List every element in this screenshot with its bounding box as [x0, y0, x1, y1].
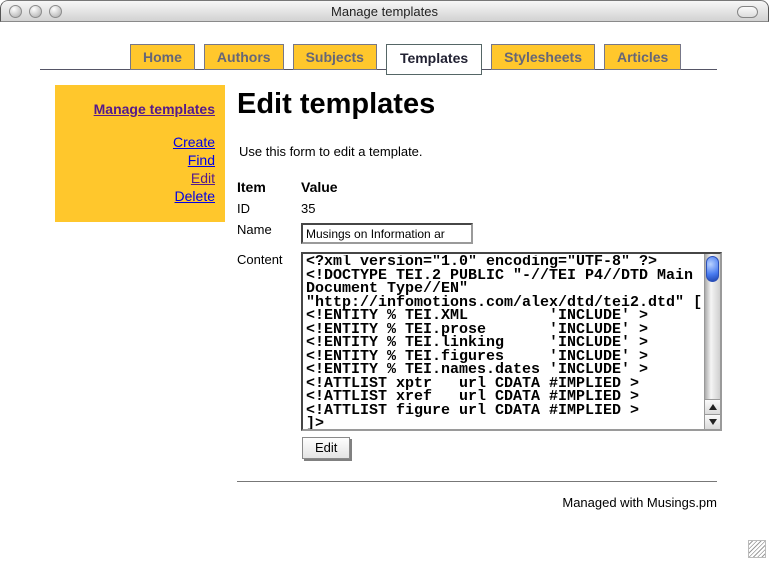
zoom-button[interactable]	[49, 5, 62, 18]
footer-divider	[237, 481, 717, 482]
name-input[interactable]	[301, 223, 473, 244]
toolbar-pill-button[interactable]	[737, 6, 758, 18]
textarea-scrollbar[interactable]	[704, 254, 720, 429]
name-label: Name	[237, 220, 301, 248]
resize-grip[interactable]	[748, 540, 766, 558]
window-controls	[9, 5, 62, 18]
main-content: Edit templates Use this form to edit a t…	[237, 88, 717, 510]
tab-articles[interactable]: Articles	[604, 44, 681, 70]
id-label: ID	[237, 199, 301, 218]
tab-bar: Home Authors Subjects Templates Styleshe…	[130, 42, 681, 70]
browser-window: Manage templates Home Authors Subjects T…	[0, 0, 769, 564]
content-textarea[interactable]: <?xml version="1.0" encoding="UTF-8" ?> …	[301, 252, 722, 431]
tab-home[interactable]: Home	[130, 44, 195, 70]
template-form-table: Item Value ID 35 Name Content <?xml vers…	[237, 177, 717, 461]
minimize-button[interactable]	[29, 5, 42, 18]
sidebar-heading: Manage templates	[55, 101, 215, 117]
id-value: 35	[301, 199, 722, 218]
arrow-down-icon	[709, 419, 717, 425]
window-titlebar: Manage templates	[0, 0, 769, 22]
sidebar: Manage templates Create Find Edit Delete	[55, 85, 225, 222]
window-title: Manage templates	[1, 1, 768, 23]
footer-credit: Managed with Musings.pm	[237, 495, 717, 510]
scrollbar-thumb[interactable]	[706, 256, 719, 282]
column-header-item: Item	[237, 177, 301, 197]
page-title: Edit templates	[237, 88, 717, 120]
sidebar-link-find[interactable]: Find	[55, 151, 215, 169]
arrow-up-icon	[709, 404, 717, 410]
tab-authors[interactable]: Authors	[204, 44, 284, 70]
tab-stylesheets[interactable]: Stylesheets	[491, 44, 595, 70]
scroll-up-button[interactable]	[705, 399, 721, 414]
edit-button[interactable]: Edit	[302, 437, 350, 459]
scroll-down-button[interactable]	[705, 414, 721, 429]
content-text: <?xml version="1.0" encoding="UTF-8" ?> …	[306, 255, 702, 429]
tab-subjects[interactable]: Subjects	[293, 44, 377, 70]
content-label: Content	[237, 250, 301, 461]
sidebar-link-create[interactable]: Create	[55, 133, 215, 151]
sidebar-link-edit[interactable]: Edit	[55, 169, 215, 187]
intro-text: Use this form to edit a template.	[239, 144, 717, 159]
close-button[interactable]	[9, 5, 22, 18]
sidebar-link-delete[interactable]: Delete	[55, 187, 215, 205]
column-header-value: Value	[301, 177, 722, 197]
tab-templates[interactable]: Templates	[386, 44, 482, 75]
